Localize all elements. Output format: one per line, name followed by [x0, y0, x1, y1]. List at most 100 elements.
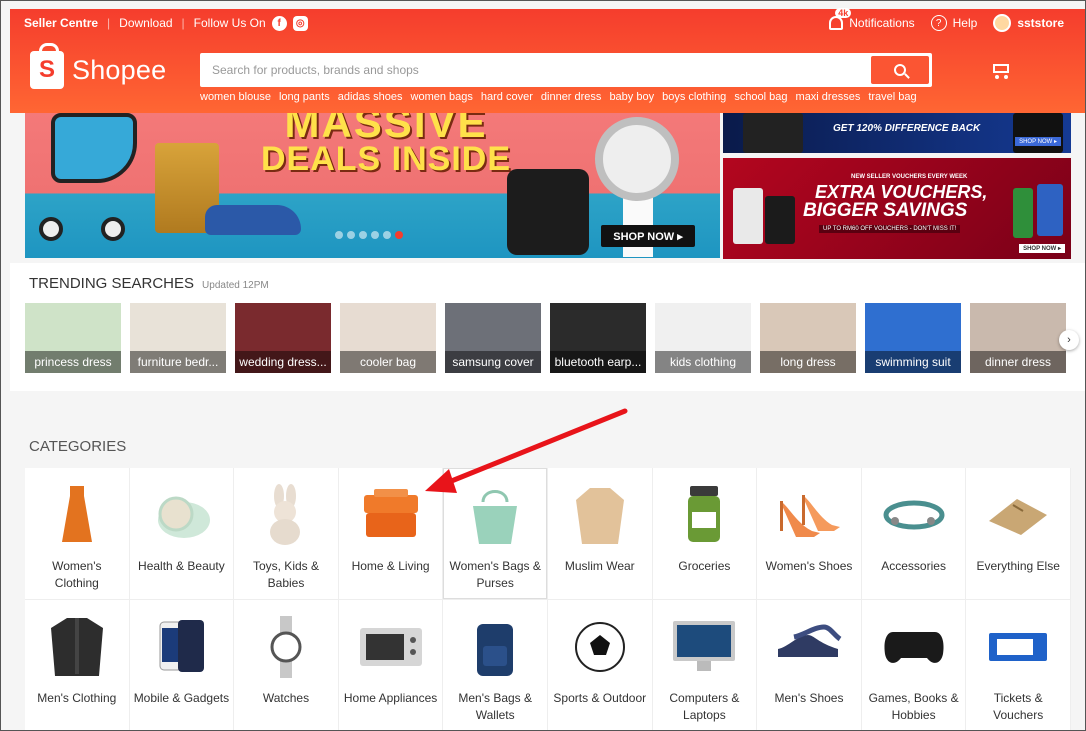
- category-name: Men's Shoes: [774, 691, 844, 705]
- seller-centre-link[interactable]: Seller Centre: [24, 16, 98, 30]
- category-tile[interactable]: Everything Else: [966, 468, 1071, 600]
- category-tile[interactable]: Groceries: [652, 468, 758, 600]
- avatar: [993, 14, 1012, 32]
- trending-tile[interactable]: swimming suit: [865, 303, 961, 373]
- voucher-shop-now[interactable]: SHOP NOW ▸: [1019, 244, 1065, 253]
- keyword-link[interactable]: school bag: [734, 91, 787, 103]
- account-menu[interactable]: sststore: [993, 14, 1064, 32]
- trending-tile[interactable]: long dress: [760, 303, 856, 373]
- carousel-dots[interactable]: [335, 231, 403, 239]
- keyword-link[interactable]: dinner dress: [541, 91, 602, 103]
- facebook-icon[interactable]: f: [271, 15, 287, 31]
- category-tile[interactable]: Mobile & Gadgets: [130, 600, 235, 730]
- trending-tile-label: princess dress: [25, 351, 121, 373]
- trending-tile[interactable]: cooler bag: [340, 303, 436, 373]
- category-tile[interactable]: Men's Clothing: [25, 600, 130, 730]
- trending-title: TRENDING SEARCHES: [29, 275, 195, 292]
- trending-tile[interactable]: dinner dress: [970, 303, 1066, 373]
- phone-icon: [146, 612, 216, 682]
- keyword-link[interactable]: hard cover: [481, 91, 533, 103]
- side-banner-vouchers[interactable]: NEW SELLER VOUCHERS EVERY WEEK EXTRA VOU…: [723, 158, 1071, 259]
- trending-tile[interactable]: samsung cover: [445, 303, 541, 373]
- shopping-bag-logo-icon: S: [30, 43, 64, 89]
- category-name: Accessories: [881, 559, 946, 573]
- browser-viewport: Seller Centre | Download | Follow Us On …: [0, 0, 1086, 731]
- category-tile[interactable]: Sports & Outdoor: [548, 600, 653, 730]
- keyword-link[interactable]: women bags: [411, 91, 473, 103]
- search-bar: [200, 53, 932, 87]
- banner-headline: MASSIVE DEALS INSIDE: [260, 113, 512, 178]
- monitor-icon: [669, 612, 739, 682]
- keyword-link[interactable]: travel bag: [868, 91, 916, 103]
- category-name: Home Appliances: [343, 691, 438, 705]
- trending-tile[interactable]: kids clothing: [655, 303, 751, 373]
- trending-tile[interactable]: furniture bedr...: [130, 303, 226, 373]
- category-name: Tickets & Vouchers: [993, 691, 1044, 722]
- watch-icon: [251, 612, 321, 682]
- trending-tile[interactable]: bluetooth earp...: [550, 303, 646, 373]
- category-name: Women's Clothing: [52, 559, 102, 590]
- search-input[interactable]: [200, 53, 871, 87]
- keyword-link[interactable]: adidas shoes: [338, 91, 403, 103]
- trending-tile-label: swimming suit: [865, 351, 961, 373]
- trending-tile-label: kids clothing: [655, 351, 751, 373]
- category-tile[interactable]: Muslim Wear: [547, 468, 653, 600]
- keyword-link[interactable]: baby boy: [609, 91, 654, 103]
- category-name: Health & Beauty: [138, 559, 225, 573]
- category-tile[interactable]: Watches: [234, 600, 339, 730]
- category-tile[interactable]: Home Appliances: [339, 600, 444, 730]
- download-link[interactable]: Download: [119, 16, 172, 30]
- category-name: Toys, Kids & Babies: [252, 559, 319, 590]
- category-tile[interactable]: Tickets & Vouchers: [966, 600, 1071, 730]
- shop-now-button[interactable]: SHOP NOW ▸: [601, 225, 695, 247]
- compact-powder-icon: [146, 480, 216, 550]
- category-tile[interactable]: Men's Bags & Wallets: [443, 600, 548, 730]
- side-banner-shop-now[interactable]: SHOP NOW ▸: [1015, 137, 1061, 146]
- category-tile[interactable]: Health & Beauty: [129, 468, 235, 600]
- category-tile[interactable]: Women's Shoes: [757, 468, 862, 600]
- category-name: Home & Living: [351, 559, 430, 573]
- category-name: Muslim Wear: [564, 559, 635, 573]
- category-tile[interactable]: Games, Books & Hobbies: [862, 600, 967, 730]
- trending-tile[interactable]: princess dress: [25, 303, 121, 373]
- instagram-icon[interactable]: ◎: [292, 15, 308, 31]
- category-tile[interactable]: Men's Shoes: [757, 600, 862, 730]
- categories-grid: Women's Clothing Health & Beauty Toys, Kid…: [25, 468, 1071, 730]
- categories-title: CATEGORIES: [29, 438, 127, 455]
- top-right-menu: 4k Notifications ? Help sststore: [829, 8, 1064, 37]
- gamepad-icon: [879, 612, 949, 682]
- category-tile[interactable]: Toys, Kids & Babies: [234, 468, 339, 600]
- cart-icon[interactable]: [990, 61, 1012, 79]
- help-link[interactable]: ? Help: [930, 15, 978, 31]
- trending-searches-section: TRENDING SEARCHES Updated 12PM princess …: [10, 263, 1085, 391]
- follow-us-label: Follow Us On: [193, 16, 266, 30]
- side-banner-difference-back[interactable]: GET 120% DIFFERENCE BACK SHOP NOW ▸: [723, 113, 1071, 153]
- category-tile[interactable]: Home & Living: [338, 468, 444, 600]
- trending-tile-label: wedding dress...: [235, 351, 331, 373]
- watch-image: [595, 117, 679, 201]
- trending-tile[interactable]: wedding dress...: [235, 303, 331, 373]
- category-tile[interactable]: Women's Clothing: [25, 468, 130, 600]
- search-button[interactable]: [871, 56, 929, 84]
- category-tile[interactable]: Computers & Laptops: [653, 600, 758, 730]
- help-label: Help: [952, 16, 978, 30]
- shirt-icon: [42, 612, 112, 682]
- keyword-link[interactable]: maxi dresses: [796, 91, 861, 103]
- keyword-link[interactable]: women blouse: [200, 91, 271, 103]
- category-name: Women's Shoes: [765, 559, 853, 573]
- notifications-label: Notifications: [849, 16, 915, 30]
- category-tile[interactable]: Accessories: [861, 468, 967, 600]
- bracelet-icon: [879, 480, 949, 550]
- shopee-logo[interactable]: S Shopee: [30, 43, 166, 89]
- trending-tiles: princess dress furniture bedr... wedding d…: [25, 303, 1066, 373]
- trending-tile-label: furniture bedr...: [130, 351, 226, 373]
- main-promo-banner[interactable]: MASSIVE DEALS INSIDE SHOP NOW ▸: [25, 113, 720, 258]
- notifications-link[interactable]: 4k Notifications: [829, 8, 915, 30]
- dress-shoe-icon: [774, 612, 844, 682]
- category-tile[interactable]: Women's Bags & Purses: [443, 468, 548, 600]
- tote-bag-icon: [460, 480, 530, 550]
- keyword-link[interactable]: long pants: [279, 91, 330, 103]
- next-arrow-icon[interactable]: ›: [1059, 330, 1079, 350]
- keyword-link[interactable]: boys clothing: [662, 91, 726, 103]
- stroller-image: [31, 113, 149, 253]
